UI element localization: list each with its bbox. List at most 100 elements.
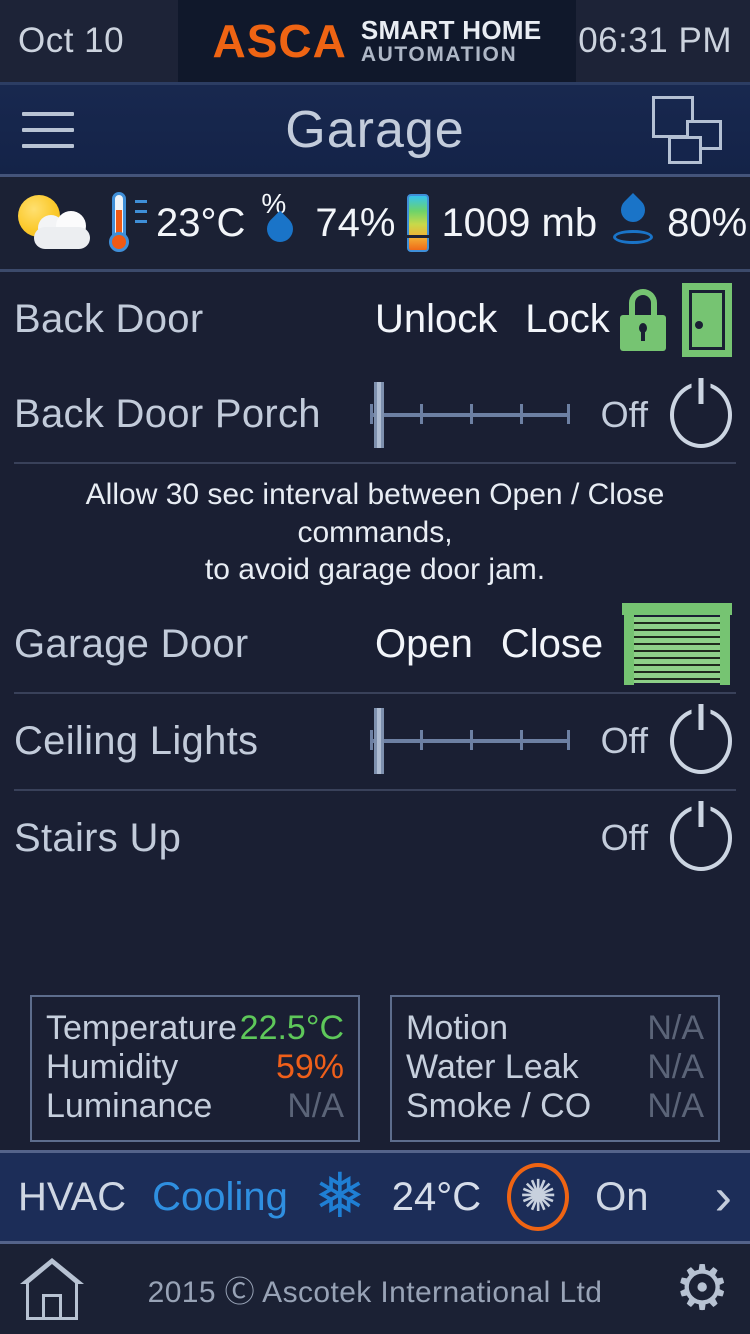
sensor-panels: Temperature 22.5°C Humidity 59% Luminanc…	[30, 995, 720, 1142]
hvac-fan-state: On	[595, 1174, 649, 1219]
thermometer-tick	[135, 220, 147, 223]
slider-tick	[520, 730, 523, 750]
slider-tick	[567, 403, 570, 424]
power-toggle-icon[interactable]	[670, 381, 732, 448]
hamburger-line	[22, 143, 74, 148]
garage-door-status-icon	[622, 603, 732, 685]
menu-icon[interactable]	[0, 85, 96, 174]
status-time: 06:31 PM	[578, 21, 732, 60]
device-name: Stairs Up	[14, 815, 182, 860]
sensor-value: N/A	[647, 1009, 704, 1047]
sensor-label: Water Leak	[406, 1048, 579, 1086]
close-button[interactable]: Close	[501, 622, 603, 667]
title-bar: Garage	[0, 85, 750, 177]
sensor-label: Humidity	[46, 1048, 179, 1086]
device-list: Back Door Unlock Lock Back Door Porch Of…	[0, 272, 750, 1150]
sensor-row: Smoke / CO N/A	[406, 1087, 704, 1126]
garage-warning-line1: Allow 30 sec interval between Open / Clo…	[85, 478, 665, 549]
rooms-icon-rect	[668, 135, 702, 164]
garage-door-jamb	[720, 615, 730, 685]
device-row-back-door-porch: Back Door Porch Off	[0, 367, 750, 462]
sensor-label: Luminance	[46, 1087, 213, 1125]
slider-tick	[370, 730, 373, 750]
sensor-row: Humidity 59%	[46, 1048, 344, 1087]
slider-tick	[470, 730, 473, 750]
garage-door-jamb	[624, 615, 634, 685]
slider-handle[interactable]	[374, 381, 384, 448]
device-name: Garage Door	[14, 621, 249, 666]
weather-strip: 23°C % 74% 1009 mb 80%	[0, 177, 750, 272]
sensor-row: Water Leak N/A	[406, 1048, 704, 1087]
weather-humidity: % 74%	[245, 188, 396, 254]
humidity-percent-icon: %	[259, 188, 303, 254]
footer-bar: 2015 Ⓒ Ascotek International Ltd ⚙	[0, 1244, 750, 1334]
stairs-up-controls: Off	[601, 805, 732, 871]
sensor-panel-safety: Motion N/A Water Leak N/A Smoke / CO N/A	[390, 995, 720, 1142]
slider-tick	[420, 403, 423, 424]
sensor-value: N/A	[287, 1087, 344, 1125]
slider-tick	[520, 403, 523, 424]
sensor-label: Temperature	[46, 1009, 237, 1047]
weather-rain: 80%	[597, 192, 747, 254]
device-row-garage-door: Garage Door Open Close	[0, 597, 750, 692]
device-state-label: Off	[600, 393, 648, 435]
weather-pressure-value: 1009 mb	[441, 200, 598, 245]
lock-button[interactable]: Lock	[525, 297, 610, 342]
fan-icon[interactable]: ✺	[507, 1163, 570, 1231]
slider-handle[interactable]	[374, 708, 384, 774]
sensor-row: Motion N/A	[406, 1009, 704, 1048]
brand-name: ASCA	[212, 15, 347, 67]
barometer-needle	[405, 235, 430, 238]
device-name: Back Door	[14, 297, 204, 341]
rooms-icon[interactable]	[650, 94, 728, 166]
weather-condition	[12, 193, 94, 253]
snowflake-icon: ❅	[313, 1162, 366, 1231]
brand-tagline: SMART HOME AUTOMATION	[361, 17, 542, 65]
device-name: Ceiling Lights	[14, 718, 259, 763]
ceiling-lights-controls: Off	[601, 708, 732, 774]
door-closed-icon	[682, 282, 732, 357]
device-row-back-door: Back Door Unlock Lock	[0, 272, 750, 367]
device-state-label: Off	[600, 720, 648, 761]
status-date: Oct 10	[18, 21, 125, 60]
padlock-locked-icon	[620, 288, 666, 351]
weather-humidity-value: 74%	[315, 200, 396, 245]
unlock-button[interactable]: Unlock	[375, 297, 497, 342]
garage-warning-line2: to avoid garage door jam.	[204, 553, 546, 586]
back-door-porch-dimmer-slider[interactable]	[370, 380, 575, 450]
slider-tick	[567, 730, 570, 750]
ripple-shape	[613, 230, 654, 244]
status-bar: Oct 10 ASCA SMART HOME AUTOMATION 06:31 …	[0, 0, 750, 85]
weather-temperature-value: 23°C	[156, 200, 246, 245]
brand-logo: ASCA SMART HOME AUTOMATION	[178, 0, 576, 82]
weather-pressure: 1009 mb	[395, 194, 597, 252]
sensor-label: Smoke / CO	[406, 1087, 592, 1125]
sensor-row: Luminance N/A	[46, 1087, 344, 1126]
sensor-label: Motion	[406, 1009, 509, 1047]
brand-tagline-line2: AUTOMATION	[360, 42, 518, 66]
slider-tick	[470, 403, 473, 424]
sensor-value: 59%	[275, 1048, 344, 1086]
hvac-mode[interactable]: Cooling	[152, 1175, 288, 1220]
barometer-scale	[407, 194, 430, 252]
power-toggle-icon[interactable]	[670, 708, 732, 774]
ceiling-lights-dimmer-slider[interactable]	[370, 706, 575, 776]
garage-warning-note: Allow 30 sec interval between Open / Clo…	[0, 464, 750, 597]
thermometer-tick	[135, 210, 147, 213]
brand-tagline-line1: SMART HOME	[360, 15, 542, 46]
garage-door-commands: Open Close	[375, 622, 603, 667]
power-toggle-icon[interactable]	[670, 805, 732, 871]
copyright-text: 2015 Ⓒ Ascotek International Ltd	[147, 1276, 603, 1309]
chevron-right-icon[interactable]: ›	[715, 1171, 732, 1223]
device-row-stairs-up: Stairs Up Off	[0, 791, 750, 886]
open-button[interactable]: Open	[375, 622, 473, 667]
device-row-ceiling-lights: Ceiling Lights Off	[0, 694, 750, 789]
hamburger-line	[22, 127, 74, 132]
hvac-setpoint[interactable]: 24°C	[392, 1175, 481, 1220]
water-drop-shape	[616, 193, 651, 227]
hvac-bar[interactable]: HVAC Cooling ❅ 24°C ✺ On ›	[0, 1150, 750, 1244]
sensor-value: N/A	[647, 1048, 704, 1086]
barometer-icon	[405, 194, 430, 252]
page-title: Garage	[285, 100, 465, 159]
sensor-panel-environment: Temperature 22.5°C Humidity 59% Luminanc…	[30, 995, 360, 1142]
